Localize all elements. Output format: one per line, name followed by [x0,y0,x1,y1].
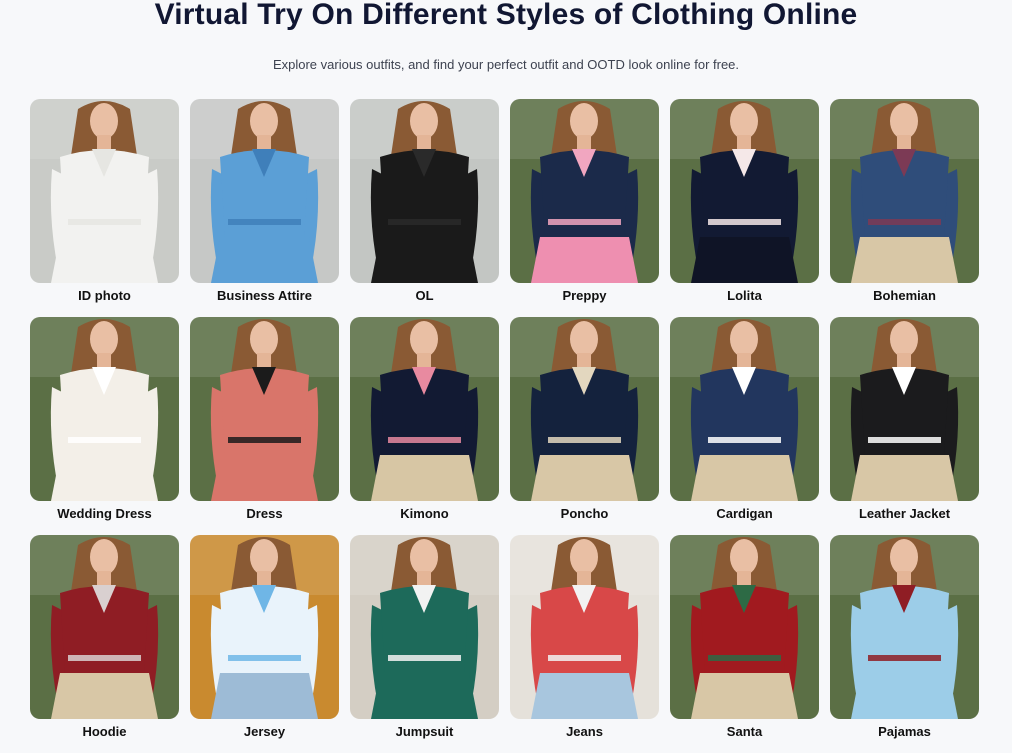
style-card-bohemian[interactable]: Bohemian [830,99,979,317]
style-label[interactable]: ID photo [30,288,179,304]
style-image-wedding-dress[interactable] [30,317,179,501]
style-image-bohemian[interactable] [830,99,979,283]
style-image-id-photo[interactable] [30,99,179,283]
style-image-poncho[interactable] [510,317,659,501]
style-grid: ID photo Business Attire OL Preppy Lolita Boh… [30,99,979,753]
style-label[interactable]: Jeans [510,724,659,740]
style-card-lolita[interactable]: Lolita [670,99,819,317]
style-card-poncho[interactable]: Poncho [510,317,659,535]
style-image-jersey[interactable] [190,535,339,719]
style-label[interactable]: Jumpsuit [350,724,499,740]
style-card-ol[interactable]: OL [350,99,499,317]
style-card-leather-jacket[interactable]: Leather Jacket [830,317,979,535]
style-card-pajamas[interactable]: Pajamas [830,535,979,753]
style-label[interactable]: Jersey [190,724,339,740]
style-card-santa[interactable]: Santa [670,535,819,753]
style-image-hoodie[interactable] [30,535,179,719]
style-label[interactable]: Santa [670,724,819,740]
style-label[interactable]: OL [350,288,499,304]
style-label[interactable]: Dress [190,506,339,522]
style-label[interactable]: Poncho [510,506,659,522]
page-title: Virtual Try On Different Styles of Cloth… [154,0,858,31]
style-image-kimono[interactable] [350,317,499,501]
style-label[interactable]: Preppy [510,288,659,304]
style-label[interactable]: Pajamas [830,724,979,740]
style-card-jumpsuit[interactable]: Jumpsuit [350,535,499,753]
style-image-business-attire[interactable] [190,99,339,283]
style-label[interactable]: Kimono [350,506,499,522]
style-image-ol[interactable] [350,99,499,283]
style-image-pajamas[interactable] [830,535,979,719]
style-label[interactable]: Wedding Dress [30,506,179,522]
style-label[interactable]: Bohemian [830,288,979,304]
style-card-id-photo[interactable]: ID photo [30,99,179,317]
style-label[interactable]: Business Attire [190,288,339,304]
page-subtitle: Explore various outfits, and find your p… [272,57,740,72]
style-image-leather-jacket[interactable] [830,317,979,501]
style-card-business-attire[interactable]: Business Attire [190,99,339,317]
style-card-cardigan[interactable]: Cardigan [670,317,819,535]
style-card-dress[interactable]: Dress [190,317,339,535]
style-card-wedding-dress[interactable]: Wedding Dress [30,317,179,535]
style-image-jumpsuit[interactable] [350,535,499,719]
style-image-lolita[interactable] [670,99,819,283]
style-label[interactable]: Leather Jacket [830,506,979,522]
style-card-preppy[interactable]: Preppy [510,99,659,317]
style-card-kimono[interactable]: Kimono [350,317,499,535]
style-image-dress[interactable] [190,317,339,501]
style-card-jersey[interactable]: Jersey [190,535,339,753]
style-card-hoodie[interactable]: Hoodie [30,535,179,753]
style-label[interactable]: Lolita [670,288,819,304]
style-label[interactable]: Cardigan [670,506,819,522]
style-image-preppy[interactable] [510,99,659,283]
style-image-cardigan[interactable] [670,317,819,501]
style-image-santa[interactable] [670,535,819,719]
style-label[interactable]: Hoodie [30,724,179,740]
style-image-jeans[interactable] [510,535,659,719]
style-card-jeans[interactable]: Jeans [510,535,659,753]
